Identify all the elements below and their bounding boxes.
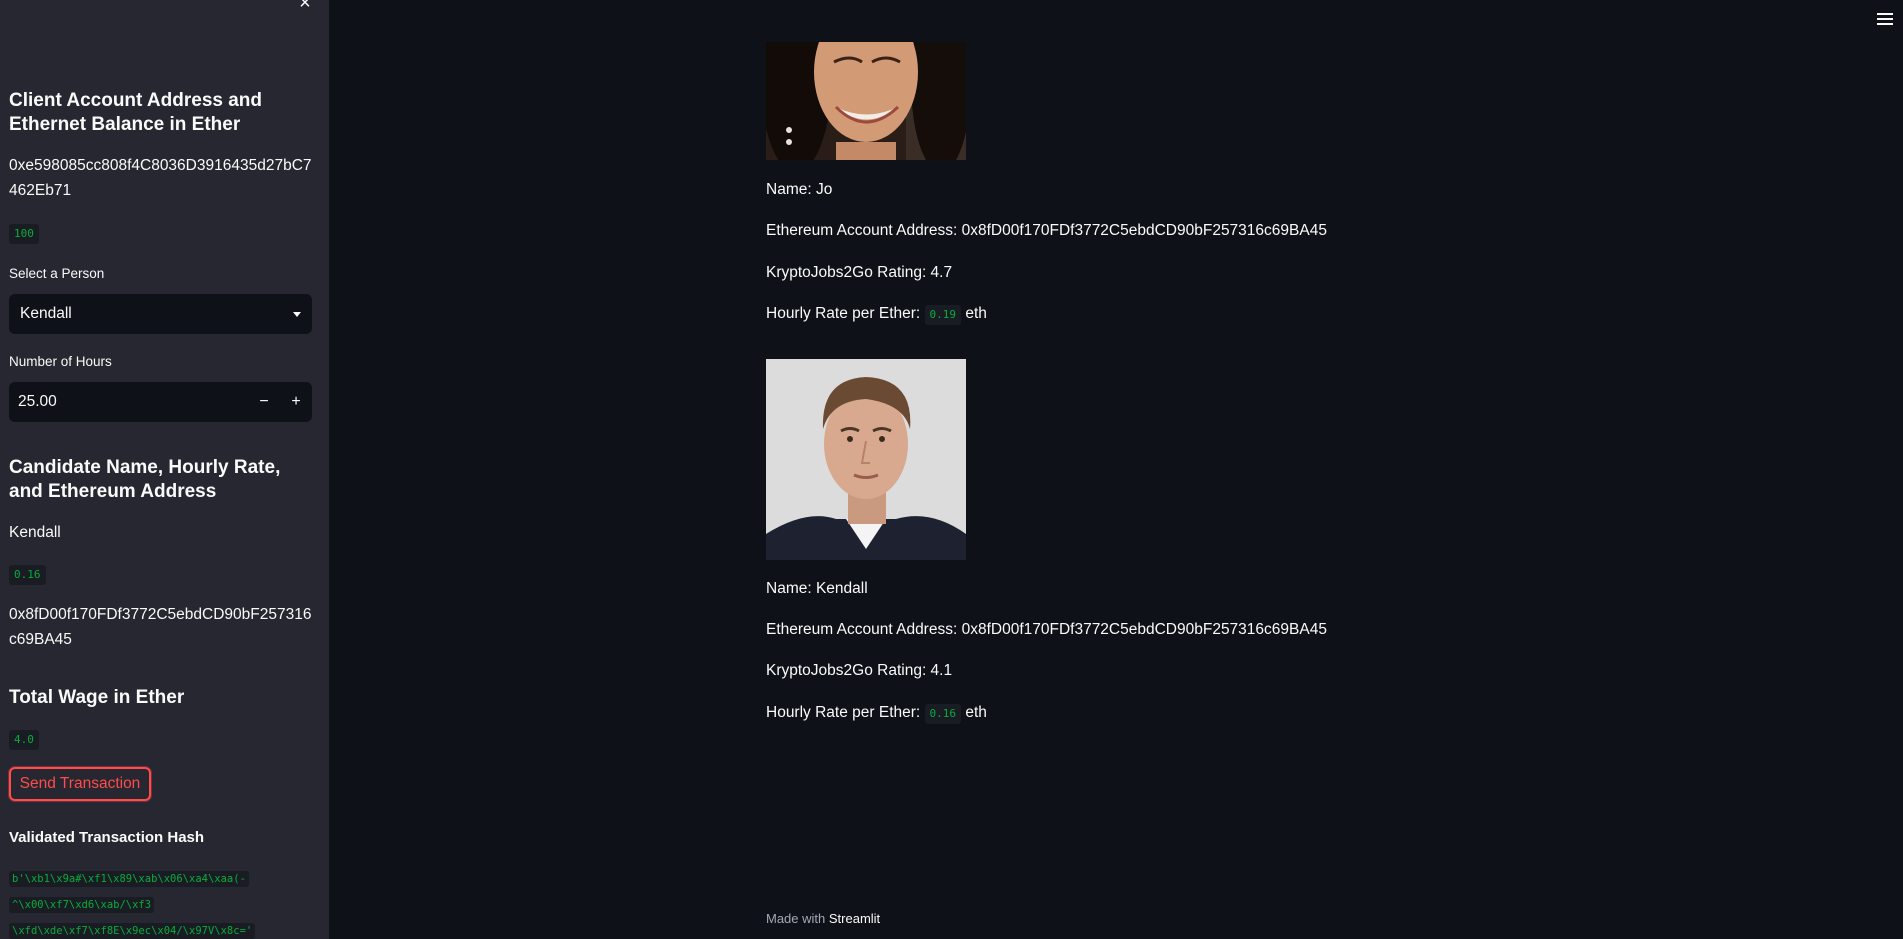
client-heading: Client Account Address and Ethernet Bala… bbox=[9, 90, 263, 135]
sidebar: × Client Account Address and Ethernet Ba… bbox=[0, 0, 329, 939]
person-select[interactable]: Kendall bbox=[9, 294, 312, 334]
hours-value[interactable]: 25.00 bbox=[9, 393, 248, 411]
increment-button[interactable]: + bbox=[280, 393, 312, 411]
client-balance-wrap: 100 bbox=[9, 224, 313, 244]
select-label: Select a Person bbox=[9, 266, 105, 281]
wage-value: 4.0 bbox=[9, 730, 39, 750]
hash-line: b'\xb1\x9a#\xf1\x89\xab\x06\xa4\xaa(- bbox=[9, 871, 249, 887]
footer-prefix: Made with bbox=[766, 911, 826, 926]
rate-suffix: eth bbox=[965, 704, 987, 721]
send-transaction-button[interactable]: Send Transaction bbox=[9, 767, 151, 801]
candidate-name-kendall: Name: Kendall bbox=[766, 580, 868, 597]
hamburger-menu-icon[interactable] bbox=[1877, 13, 1893, 27]
candidate-photo-jo bbox=[766, 42, 966, 160]
chevron-down-icon[interactable] bbox=[293, 311, 301, 317]
rate-prefix: Hourly Rate per Ether: bbox=[766, 704, 921, 721]
hours-label: Number of Hours bbox=[9, 354, 112, 369]
rate-value-jo: 0.19 bbox=[924, 305, 962, 325]
client-balance: 100 bbox=[9, 224, 39, 244]
close-icon[interactable]: × bbox=[296, 0, 314, 13]
candidate-heading: Candidate Name, Hourly Rate, and Ethereu… bbox=[9, 457, 281, 502]
candidate-rating-kendall: KryptoJobs2Go Rating: 4.1 bbox=[766, 662, 953, 679]
rate-prefix: Hourly Rate per Ether: bbox=[766, 305, 921, 322]
decrement-button[interactable]: − bbox=[248, 393, 280, 411]
client-address: 0xe598085cc808f4C8036D3916435d27bC7462Eb… bbox=[9, 157, 312, 199]
candidate-rate: 0.16 bbox=[9, 565, 46, 585]
hash-line: \xfd\xde\xf7\xf8E\x9ec\x04/\x97V\x8c=' bbox=[9, 923, 256, 939]
hash-line: ^\x00\xf7\xd6\xab/\xf3 bbox=[9, 897, 155, 913]
candidate-address-kendall: Ethereum Account Address: 0x8fD00f170FDf… bbox=[766, 621, 1327, 638]
candidate-rate-row-kendall: Hourly Rate per Ether: 0.16 eth bbox=[766, 702, 987, 724]
candidate-rate-wrap: 0.16 bbox=[9, 565, 313, 585]
hours-input[interactable]: 25.00 − + bbox=[9, 382, 312, 422]
transaction-hash: b'\xb1\x9a#\xf1\x89\xab\x06\xa4\xaa(- ^\… bbox=[9, 866, 288, 939]
person-select-value: Kendall bbox=[20, 305, 72, 322]
candidate-address: 0x8fD00f170FDf3772C5ebdCD90bF257316c69BA… bbox=[9, 606, 312, 648]
candidate-address-jo: Ethereum Account Address: 0x8fD00f170FDf… bbox=[766, 222, 1327, 239]
rate-value-kendall: 0.16 bbox=[924, 704, 962, 724]
wage-value-wrap: 4.0 bbox=[9, 730, 313, 750]
hash-heading: Validated Transaction Hash bbox=[9, 829, 205, 846]
wage-heading: Total Wage in Ether bbox=[9, 687, 185, 708]
candidate-rating-jo: KryptoJobs2Go Rating: 4.7 bbox=[766, 264, 953, 281]
candidate-name: Kendall bbox=[9, 524, 61, 541]
rate-suffix: eth bbox=[965, 305, 987, 322]
streamlit-link[interactable]: Streamlit bbox=[829, 911, 880, 926]
candidate-name-jo: Name: Jo bbox=[766, 181, 833, 198]
candidate-rate-row-jo: Hourly Rate per Ether: 0.19 eth bbox=[766, 303, 987, 325]
footer: Made with Streamlit bbox=[766, 911, 880, 926]
candidate-photo-kendall bbox=[766, 359, 966, 560]
